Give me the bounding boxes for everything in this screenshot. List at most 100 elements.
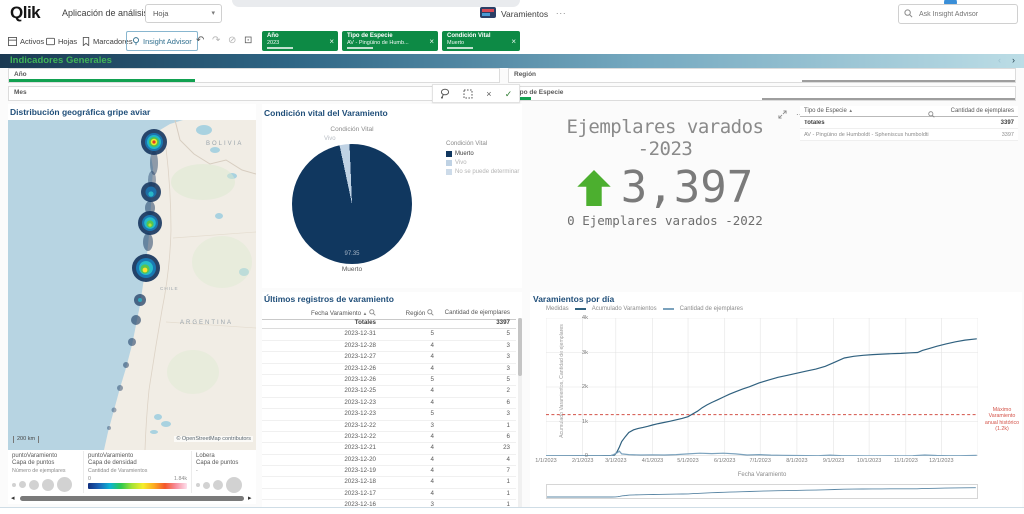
column-header-especie[interactable]: Tipo de Especie ▲ bbox=[800, 108, 939, 118]
legend-layer-type: Capa de densidad bbox=[88, 460, 137, 466]
scroll-right-icon[interactable]: ▸ bbox=[248, 494, 252, 502]
assets-button[interactable]: Activos bbox=[8, 34, 44, 48]
selections-tool-icon[interactable]: ⊡ bbox=[244, 34, 252, 47]
x-tick: 3/1/2023 bbox=[605, 458, 627, 464]
table-cell: 4 bbox=[430, 467, 434, 475]
confirm-selection-icon[interactable]: ✓ bbox=[505, 89, 513, 99]
column-header-region[interactable]: Región bbox=[380, 309, 438, 317]
table-cell: 3 bbox=[506, 341, 510, 349]
search-icon[interactable] bbox=[369, 309, 376, 316]
close-icon[interactable]: × bbox=[329, 37, 334, 46]
legend-series-acumulado[interactable]: Acumulado Varamientos bbox=[592, 306, 657, 312]
filter-chip-condicion[interactable]: Condición Vital Muerto × bbox=[442, 31, 520, 51]
vertical-scrollbar[interactable] bbox=[518, 318, 522, 508]
search-icon[interactable] bbox=[928, 111, 936, 118]
clear-selections-icon[interactable]: ⊘ bbox=[228, 34, 236, 47]
legend-series-cantidad[interactable]: Cantidad de ejemplares bbox=[680, 306, 743, 312]
search-input[interactable] bbox=[917, 6, 1016, 22]
table-row[interactable]: 2023-12-27 4 3 bbox=[262, 352, 516, 364]
species-table: Tipo de Especie ▲ Cantidad de ejemplares… bbox=[800, 106, 1018, 141]
search-icon[interactable] bbox=[427, 309, 434, 316]
filter-chip-ano[interactable]: Año 2023 × bbox=[262, 31, 338, 51]
legend-item-nd[interactable]: No se puede determinar bbox=[446, 169, 520, 175]
marquee-select-icon[interactable] bbox=[463, 89, 473, 99]
x-tick: 4/1/2023 bbox=[641, 458, 664, 464]
legend-item-vivo[interactable]: Vivo bbox=[446, 160, 520, 166]
table-row[interactable]: 2023-12-23 4 6 bbox=[262, 398, 516, 410]
table-cell: 4 bbox=[506, 455, 510, 463]
filter-label: Mes bbox=[14, 89, 27, 96]
chart-plot-area[interactable] bbox=[546, 318, 978, 456]
x-tick: 9/1/2023 bbox=[822, 458, 845, 464]
cancel-selection-icon[interactable]: × bbox=[486, 89, 491, 99]
bookmark-icon bbox=[82, 36, 90, 46]
next-sheet-icon[interactable]: › bbox=[1012, 55, 1015, 65]
app-more-menu[interactable]: ... bbox=[556, 6, 567, 16]
table-row[interactable]: Totales 3397 bbox=[262, 318, 516, 330]
table-cell: 3 bbox=[430, 421, 434, 429]
sheet-selector-dropdown[interactable]: Hoja ▾ bbox=[145, 4, 222, 23]
legend-item-muerto[interactable]: Muerto bbox=[446, 151, 520, 157]
close-icon[interactable]: × bbox=[429, 37, 434, 46]
sheets-button[interactable]: Hojas bbox=[46, 34, 77, 48]
column-header-cantidad[interactable]: Cantidad de ejemplares bbox=[438, 309, 516, 317]
insight-advisor-label: Insight Advisor bbox=[143, 36, 192, 46]
filter-region[interactable]: Región bbox=[508, 68, 1016, 83]
x-tick: 6/1/2023 bbox=[713, 458, 736, 464]
close-icon[interactable]: × bbox=[511, 37, 516, 46]
filter-label: Año bbox=[14, 71, 27, 78]
table-row[interactable]: 2023-12-18 4 1 bbox=[262, 477, 516, 489]
pie-chart[interactable] bbox=[292, 144, 412, 264]
insight-advisor-icon bbox=[133, 36, 139, 45]
table-cell: 6 bbox=[506, 432, 510, 440]
app-name[interactable]: Varamientos bbox=[501, 9, 548, 19]
insight-search[interactable] bbox=[898, 4, 1018, 24]
filter-tipo-especie[interactable]: Tipo de Especie bbox=[508, 86, 1016, 101]
table-row[interactable]: AV - Pingüino de Humboldt - Spheniscus h… bbox=[800, 129, 1018, 141]
pie-legend: Condición Vital Muerto Vivo No se puede … bbox=[446, 140, 520, 178]
table-row[interactable]: 2023-12-19 4 7 bbox=[262, 466, 516, 478]
table-row[interactable]: 2023-12-26 4 3 bbox=[262, 364, 516, 375]
prev-sheet-icon[interactable]: ‹ bbox=[998, 55, 1001, 65]
table-row[interactable]: 2023-12-22 3 1 bbox=[262, 421, 516, 432]
navigator-svg bbox=[547, 487, 976, 498]
map-scale: 200 km bbox=[13, 436, 40, 443]
horizontal-scrollbar[interactable] bbox=[20, 496, 244, 501]
table-cell: 4 bbox=[430, 444, 434, 452]
geo-map[interactable]: BOLIVIA ARGENTINA CHILE 200 km © OpenStr… bbox=[8, 120, 256, 450]
filter-chip-especie[interactable]: Tipo de Especie AV - Pingüino de Humb...… bbox=[342, 31, 438, 51]
table-cell: 5 bbox=[506, 375, 510, 383]
table-row[interactable]: 2023-12-23 5 3 bbox=[262, 409, 516, 421]
qlik-logo[interactable]: Qlik bbox=[10, 3, 41, 23]
chart-range-navigator[interactable] bbox=[546, 484, 978, 499]
table-row[interactable]: 2023-12-25 4 2 bbox=[262, 386, 516, 398]
x-axis-title: Fecha Varamiento bbox=[737, 472, 787, 478]
table-row[interactable]: 2023-12-17 4 1 bbox=[262, 489, 516, 501]
insight-advisor-button[interactable]: Insight Advisor bbox=[126, 31, 198, 51]
records-panel: Últimos registros de varamiento Fecha Va… bbox=[262, 292, 522, 514]
filter-mes[interactable]: Mes bbox=[8, 86, 500, 101]
table-cell bbox=[380, 318, 438, 328]
table-cell: 2023-12-23 bbox=[344, 410, 376, 418]
table-row[interactable]: 2023-12-26 5 5 bbox=[262, 375, 516, 387]
table-row[interactable]: 2023-12-31 5 5 bbox=[262, 329, 516, 341]
assets-icon bbox=[8, 36, 17, 46]
sort-asc-icon: ▲ bbox=[362, 311, 368, 316]
scroll-left-icon[interactable]: ◂ bbox=[11, 494, 15, 502]
filter-ano[interactable]: Año bbox=[8, 68, 500, 83]
table-cell: 2023-12-31 bbox=[344, 330, 376, 338]
map-title: Distribución geográfica gripe aviar bbox=[10, 107, 151, 117]
column-header-cantidad[interactable]: Cantidad de ejemplares bbox=[939, 108, 1018, 114]
filter-label: Región bbox=[514, 71, 537, 78]
lasso-icon[interactable] bbox=[440, 88, 450, 99]
table-row[interactable]: 2023-12-20 4 4 bbox=[262, 455, 516, 467]
column-header-fecha[interactable]: Fecha Varamiento ▲ bbox=[262, 309, 380, 317]
table-row[interactable]: 2023-12-28 4 3 bbox=[262, 341, 516, 353]
table-row[interactable]: 2023-12-22 4 6 bbox=[262, 432, 516, 444]
pie-chart-title: Condición Vital bbox=[330, 126, 374, 133]
selection-back-icon[interactable]: ↶ bbox=[196, 34, 204, 47]
kpi-panel[interactable]: Ejemplares varados -2023 3,397 0 Ejempla… bbox=[535, 116, 795, 228]
table-cell: 6 bbox=[506, 398, 510, 406]
table-row[interactable]: 2023-12-21 4 23 bbox=[262, 443, 516, 455]
selection-forward-icon[interactable]: ↷ bbox=[212, 34, 220, 47]
